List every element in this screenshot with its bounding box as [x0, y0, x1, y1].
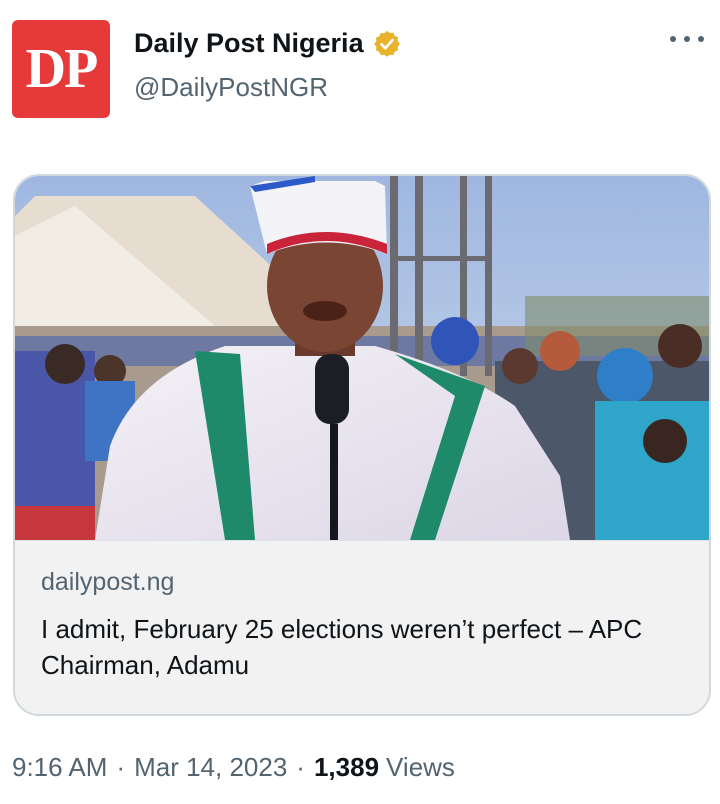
link-preview-image[interactable]: [15, 176, 709, 540]
tweet-date[interactable]: Mar 14, 2023: [134, 752, 287, 783]
link-headline[interactable]: I admit, February 25 elections weren’t p…: [41, 611, 691, 683]
author-handle[interactable]: @DailyPostNGR: [134, 72, 328, 103]
link-preview-card[interactable]: dailypost.ng I admit, February 25 electi…: [13, 174, 711, 716]
meta-separator: ·: [296, 752, 305, 782]
tweet-meta: 9:16 AM · Mar 14, 2023 · 1,389 Views: [12, 752, 455, 783]
tweet-time[interactable]: 9:16 AM: [12, 752, 107, 783]
author-name[interactable]: Daily Post Nigeria: [134, 28, 364, 59]
views-label: Views: [386, 752, 455, 782]
verified-badge-icon: [373, 30, 400, 57]
author-name-row[interactable]: Daily Post Nigeria: [134, 28, 402, 59]
link-domain: dailypost.ng: [41, 568, 175, 596]
avatar[interactable]: DP: [12, 20, 110, 118]
views-count: 1,389: [313, 752, 380, 782]
more-options-icon[interactable]: [670, 30, 704, 48]
link-preview-footer[interactable]: dailypost.ng I admit, February 25 electi…: [15, 540, 709, 714]
meta-separator: ·: [116, 752, 126, 782]
avatar-logo-text: DP: [25, 38, 99, 100]
